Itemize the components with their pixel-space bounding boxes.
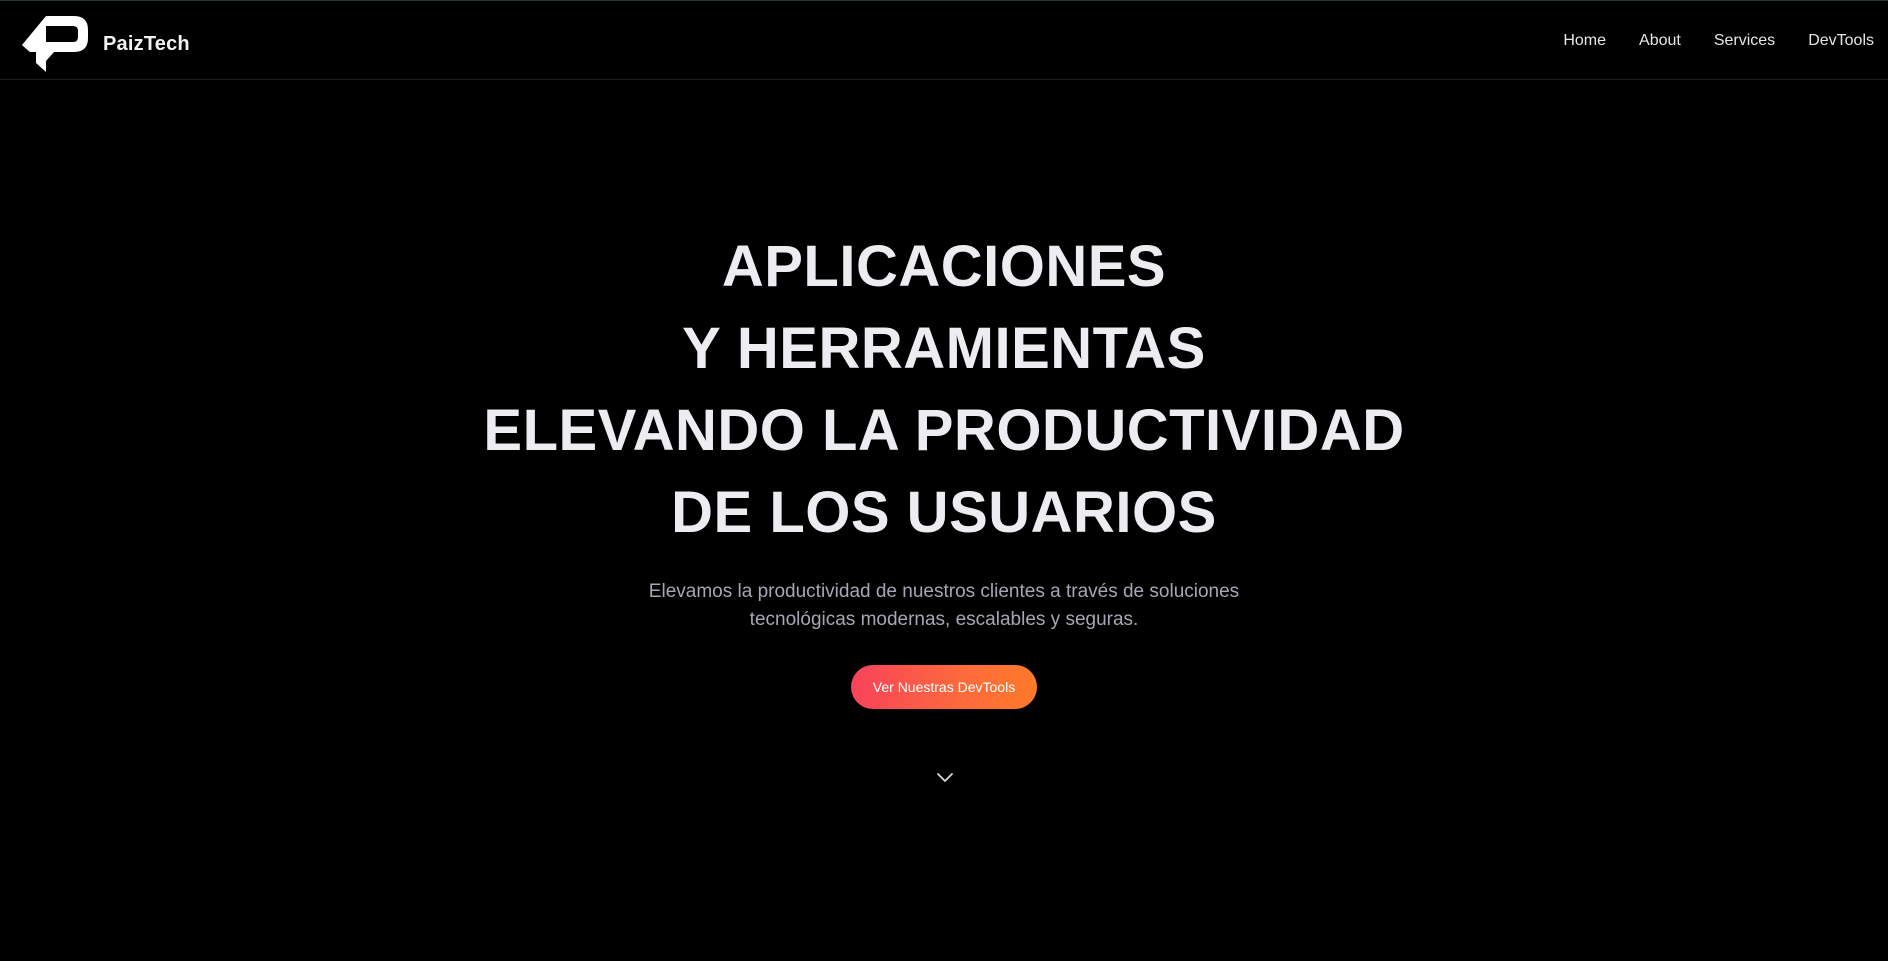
nav-item-home[interactable]: Home (1563, 32, 1606, 50)
hero-subtitle: Elevamos la productividad de nuestros cl… (584, 578, 1304, 634)
hero-subtitle-line: tecnológicas modernas, escalables y segu… (749, 609, 1139, 630)
hero-title-line: DE LOS USUARIOS (671, 480, 1217, 545)
hero-title-line: ELEVANDO LA PRODUCTIVIDAD (483, 398, 1405, 463)
nav-item-devtools[interactable]: DevTools (1808, 32, 1874, 50)
view-devtools-button[interactable]: Ver Nuestras DevTools (851, 665, 1037, 709)
hero-title: APLICACIONES Y HERRAMIENTAS ELEVANDO LA … (0, 226, 1888, 554)
p-logo-icon (22, 16, 88, 72)
hero-subtitle-line: Elevamos la productividad de nuestros cl… (648, 581, 1240, 602)
nav-item-about[interactable]: About (1639, 32, 1681, 50)
main-nav: Home About Services DevTools (1530, 1, 1874, 81)
brand-name: PaizTech (103, 32, 190, 55)
hero-section: APLICACIONES Y HERRAMIENTAS ELEVANDO LA … (0, 226, 1888, 709)
page: PaizTech Home About Services DevTools AP… (0, 0, 1888, 961)
hero-title-line: Y HERRAMIENTAS (682, 316, 1206, 381)
brand-link[interactable]: PaizTech (22, 16, 190, 72)
navbar: PaizTech Home About Services DevTools (0, 1, 1888, 80)
chevron-down-icon[interactable] (936, 771, 954, 783)
hero-title-line: APLICACIONES (721, 234, 1167, 299)
nav-item-services[interactable]: Services (1714, 32, 1775, 50)
